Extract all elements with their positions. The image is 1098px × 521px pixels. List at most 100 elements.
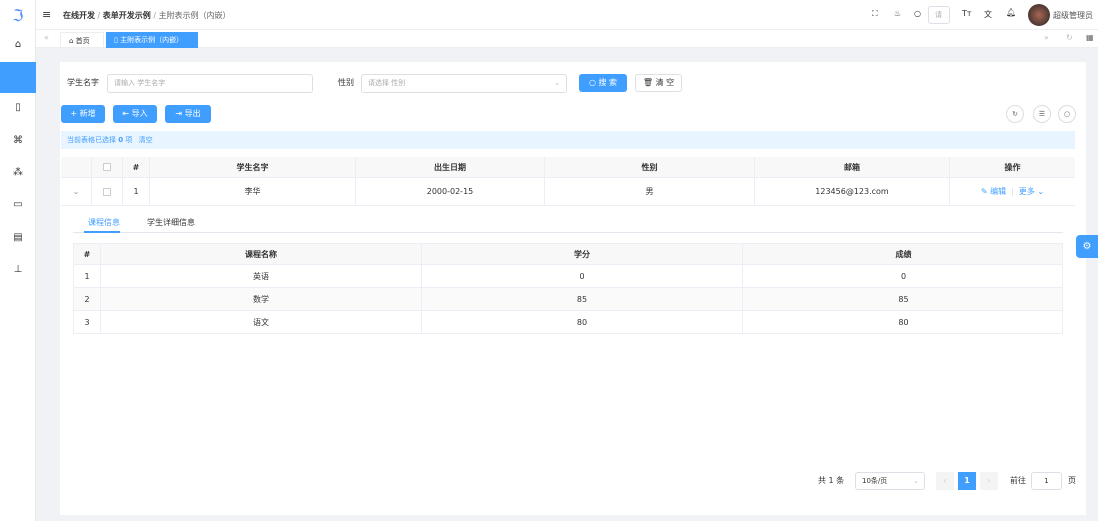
select-placeholder: 请选择 性别 bbox=[368, 79, 406, 87]
sub-tabs-divider bbox=[73, 232, 1063, 233]
search-button[interactable]: ○ 搜 索 bbox=[579, 74, 627, 92]
active-tab-indicator bbox=[84, 231, 120, 233]
sub-cell: 3 bbox=[74, 311, 101, 333]
button-label: 搜 索 bbox=[598, 78, 618, 87]
row-checkbox[interactable] bbox=[103, 187, 111, 196]
header-search-input[interactable]: 请 bbox=[928, 6, 950, 24]
column-header: # bbox=[123, 157, 150, 177]
column-header[interactable]: 邮箱 bbox=[755, 157, 950, 177]
sub-cell: 80 bbox=[898, 317, 909, 327]
tab-home[interactable]: ⌂ 首页 bbox=[60, 32, 104, 48]
breadcrumb-item[interactable]: 表单开发示例 bbox=[103, 11, 151, 20]
select-all-checkbox[interactable] bbox=[103, 163, 111, 171]
column-header: 成绩 bbox=[895, 249, 912, 259]
card-icon[interactable]: ▭ bbox=[0, 199, 36, 210]
column-header[interactable]: 学生名字 bbox=[150, 157, 356, 177]
breadcrumb-item: 主附表示例（内嵌） bbox=[158, 11, 231, 20]
column-header: # bbox=[74, 244, 101, 264]
import-button[interactable]: ⇤ 导入 bbox=[113, 105, 157, 123]
alert-text: 当前表格已选择 bbox=[67, 136, 116, 144]
refresh-icon[interactable]: ↻ bbox=[1066, 33, 1073, 42]
page-size-value: 10条/页 bbox=[862, 477, 888, 485]
home-icon[interactable]: ⌂ bbox=[0, 39, 36, 50]
org-chart-icon[interactable]: ⊥ bbox=[0, 264, 36, 275]
grid-icon[interactable]: ▦ bbox=[1086, 33, 1094, 42]
selection-alert: 当前表格已选择 0 项 清空 bbox=[61, 131, 1075, 149]
clear-selection-link[interactable]: 清空 bbox=[139, 136, 153, 144]
button-label: 新增 bbox=[79, 109, 96, 118]
logo: ℑ bbox=[12, 6, 24, 25]
column-header[interactable]: 出生日期 bbox=[356, 157, 545, 177]
refresh-icon[interactable]: ↻ bbox=[1006, 105, 1024, 123]
clear-button[interactable]: 🗑︎ 清 空 bbox=[635, 74, 682, 92]
search-toggle-icon[interactable]: ○ bbox=[1058, 105, 1076, 123]
sub-cell: 英语 bbox=[101, 265, 422, 287]
tab-active[interactable]: ▯ 主附表示例（内嵌） bbox=[106, 32, 198, 48]
column-header: 操作 bbox=[1004, 162, 1021, 172]
sub-table-row: 2 数学 85 85 bbox=[74, 288, 1062, 311]
add-button[interactable]: + 新增 bbox=[61, 105, 105, 123]
sub-cell: 2 bbox=[74, 288, 101, 310]
tab-label: 首页 bbox=[75, 37, 90, 45]
sub-cell: 语文 bbox=[101, 311, 422, 333]
breadcrumb-item[interactable]: 在线开发 bbox=[63, 11, 95, 20]
translate-icon[interactable]: 文 bbox=[984, 9, 992, 20]
sub-table-header: # 课程名称 学分 成绩 bbox=[74, 244, 1062, 265]
cell-email: 123456@123.com bbox=[755, 178, 950, 205]
font-size-icon[interactable]: Tт bbox=[962, 9, 972, 18]
gender-label: 性别 bbox=[338, 78, 354, 87]
bell-icon[interactable]: 🔔︎ bbox=[1006, 8, 1016, 17]
clipboard-icon[interactable]: ▯ bbox=[0, 102, 36, 113]
name-input[interactable]: 请输入 学生名字 bbox=[107, 74, 313, 93]
sub-cell: 80 bbox=[422, 311, 743, 333]
sub-tab-details[interactable]: 学生详细信息 bbox=[147, 217, 195, 228]
username[interactable]: 超级管理员 bbox=[1053, 10, 1093, 21]
sub-cell: 85 bbox=[422, 288, 743, 310]
edit-link[interactable]: ✎ 编辑 bbox=[981, 186, 1006, 197]
row-index: 1 bbox=[123, 178, 150, 205]
export-button[interactable]: ⇥ 导出 bbox=[165, 105, 211, 123]
more-label: 更多 bbox=[1018, 187, 1035, 196]
components-icon[interactable]: ⁂ bbox=[0, 167, 36, 178]
name-label: 学生名字 bbox=[67, 78, 99, 87]
sub-cell: 1 bbox=[74, 265, 101, 287]
column-header[interactable]: 性别 bbox=[545, 157, 755, 177]
apps-icon[interactable]: ⌘ bbox=[0, 135, 36, 146]
cell-name: 李华 bbox=[150, 178, 356, 205]
more-dropdown[interactable]: 更多 ⌄ bbox=[1019, 186, 1044, 197]
page-1-button[interactable]: 1 bbox=[958, 472, 976, 490]
column-header: 课程名称 bbox=[101, 244, 422, 264]
breadcrumb: 在线开发 / 表单开发示例 / 主附表示例（内嵌） bbox=[63, 11, 231, 20]
clean-icon[interactable]: ♨ bbox=[894, 9, 901, 18]
page-size-select[interactable]: 10条/页 ⌄ bbox=[855, 472, 925, 490]
next-page-button[interactable]: › bbox=[980, 472, 998, 490]
button-label: 导入 bbox=[131, 109, 148, 118]
scroll-left-icon[interactable]: « bbox=[44, 33, 49, 42]
table-row: ⌄ 1 李华 2000-02-15 男 123456@123.com ✎ 编辑 … bbox=[61, 178, 1075, 206]
sub-table-row: 3 语文 80 80 bbox=[74, 311, 1062, 334]
sidebar: ℑ ⌂ ▯ ⌘ ⁂ ▭ ▤ ⊥ bbox=[0, 0, 36, 521]
goto-page-input[interactable]: 1 bbox=[1031, 472, 1062, 490]
alert-text: 项 bbox=[125, 136, 133, 144]
sub-tab-courses[interactable]: 课程信息 bbox=[88, 217, 120, 228]
menu-toggle-icon[interactable]: ≡ bbox=[42, 8, 51, 21]
search-icon[interactable]: ○ bbox=[914, 9, 921, 18]
gender-select[interactable]: 请选择 性别 ⌄ bbox=[361, 74, 567, 93]
settings-gear-icon[interactable]: ⚙ bbox=[1076, 235, 1098, 258]
avatar[interactable] bbox=[1028, 4, 1050, 26]
goto-label: 前往 bbox=[1010, 476, 1026, 485]
chevron-down-icon: ⌄ bbox=[554, 79, 560, 87]
prev-page-button[interactable]: ‹ bbox=[936, 472, 954, 490]
fullscreen-icon[interactable]: ⛶ bbox=[872, 9, 878, 19]
collapse-chevron-icon[interactable]: ⌄ bbox=[61, 178, 92, 205]
columns-icon[interactable]: ☰ bbox=[1033, 105, 1051, 123]
sidebar-item-active[interactable] bbox=[0, 62, 36, 93]
button-label: 清 空 bbox=[655, 78, 675, 87]
sub-cell: 数学 bbox=[101, 288, 422, 310]
folder-icon[interactable]: ▤ bbox=[0, 232, 36, 243]
cell-birth: 2000-02-15 bbox=[356, 178, 545, 205]
selected-count: 0 bbox=[118, 136, 124, 144]
column-header: 学分 bbox=[422, 244, 743, 264]
scroll-right-icon[interactable]: » bbox=[1044, 33, 1049, 42]
sub-cell: 0 bbox=[422, 265, 743, 287]
